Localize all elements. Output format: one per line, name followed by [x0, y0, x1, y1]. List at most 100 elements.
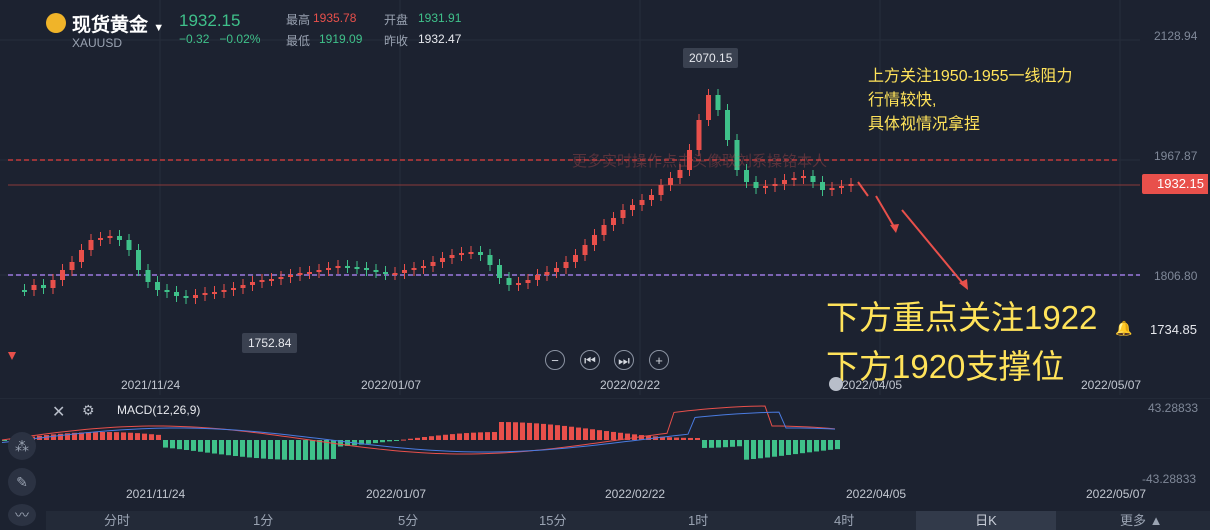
- macd-bar: [401, 439, 406, 441]
- candle-body: [421, 266, 426, 268]
- macd-bar: [485, 432, 490, 440]
- candle-body: [820, 182, 825, 190]
- macd-bar: [751, 440, 756, 460]
- macd-bar: [744, 440, 749, 460]
- macd-bar: [723, 440, 728, 448]
- candle-body: [487, 255, 493, 265]
- macd-bar: [114, 432, 119, 440]
- zoom-in-button[interactable]: +: [649, 350, 669, 370]
- tab-timeshare[interactable]: 分时: [104, 511, 130, 530]
- candle-body: [544, 272, 550, 275]
- scroll-left-button[interactable]: ⏮: [580, 350, 600, 370]
- macd-bar: [51, 434, 56, 440]
- scroll-right-button[interactable]: ⏭: [614, 350, 634, 370]
- candle-body: [639, 200, 645, 205]
- macd-bar: [814, 440, 819, 452]
- alert-price: 1734.85: [1150, 322, 1197, 337]
- symbol-selector[interactable]: 现货黄金 ▼: [72, 10, 164, 37]
- macd-bar: [807, 440, 812, 453]
- open-label: 开盘: [384, 13, 409, 27]
- tab-daily[interactable]: 日K: [916, 511, 1056, 530]
- candle-body: [278, 277, 284, 279]
- macd-bar: [562, 425, 567, 440]
- time-scroll-handle[interactable]: [829, 377, 843, 391]
- x-tick: 2021/11/24: [126, 487, 186, 501]
- macd-bar: [821, 440, 826, 451]
- macd-bar: [394, 440, 399, 441]
- candle-body: [193, 295, 198, 298]
- macd-bar: [422, 437, 427, 440]
- candle-body: [354, 267, 360, 269]
- prev-close-label: 昨收: [384, 34, 409, 48]
- macd-bar: [436, 435, 441, 440]
- candle-body: [183, 296, 189, 298]
- watermark: 更多实时操作点击头像联刘系操铭本人: [572, 153, 828, 170]
- zoom-out-button[interactable]: −: [545, 350, 565, 370]
- macd-bar: [226, 440, 231, 456]
- macd-bar: [107, 432, 112, 440]
- macd-bar: [667, 437, 672, 440]
- macd-bar: [177, 440, 182, 450]
- tab-4hour[interactable]: 4时: [834, 511, 854, 530]
- tab-more[interactable]: 更多 ▲: [1120, 511, 1163, 530]
- macd-bar: [233, 440, 238, 457]
- macd-bar: [604, 431, 609, 440]
- candle-body: [174, 292, 179, 296]
- candle-body: [41, 285, 46, 288]
- period-tabs: 分时 1分 5分 15分 1时 4时 日K 更多 ▲: [46, 511, 1210, 530]
- x-tick: 2022/01/07: [366, 487, 427, 501]
- macd-bar: [506, 422, 511, 440]
- tab-1hour[interactable]: 1时: [688, 511, 708, 530]
- x-tick: 2022/05/07: [1081, 378, 1142, 392]
- symbol-title: 现货黄金: [72, 15, 149, 36]
- tab-1min[interactable]: 1分: [253, 511, 273, 530]
- x-tick: 2022/04/05: [842, 378, 903, 392]
- candle-body: [839, 186, 844, 188]
- macd-bar: [758, 440, 763, 459]
- symbol-code: XAUUSD: [72, 36, 123, 50]
- candle-body: [79, 250, 84, 262]
- macd-bar: [569, 426, 574, 440]
- macd-bar: [513, 422, 518, 440]
- y-tick: 1806.80: [1154, 269, 1198, 283]
- candle-body: [22, 290, 27, 292]
- candle-body: [535, 275, 540, 280]
- trend-tool-icon[interactable]: 〰: [8, 504, 36, 526]
- close-icon[interactable]: ✕: [52, 402, 65, 422]
- indicator-tool-icon[interactable]: ⁂: [8, 432, 36, 460]
- x-tick: 2022/01/07: [361, 378, 422, 392]
- candle-body: [155, 282, 160, 290]
- candle-body: [563, 262, 569, 268]
- candle-body: [31, 285, 37, 290]
- macd-bar: [492, 432, 497, 440]
- x-tick: 2022/05/07: [1086, 487, 1147, 501]
- tab-5min[interactable]: 5分: [398, 511, 418, 530]
- settings-icon[interactable]: ⚙: [82, 402, 95, 419]
- y-tick: 1967.87: [1154, 149, 1198, 163]
- candle-body: [772, 184, 778, 186]
- macd-bar: [142, 433, 147, 440]
- macd-bar: [415, 437, 420, 440]
- macd-bar: [100, 432, 105, 440]
- candle-body: [316, 270, 322, 272]
- candle-body: [202, 293, 208, 295]
- candle-body: [117, 236, 122, 240]
- candle-body: [763, 186, 768, 188]
- macd-bar: [555, 425, 560, 440]
- candle-body: [649, 195, 654, 200]
- macd-bar: [296, 440, 301, 460]
- draw-tool-icon[interactable]: ✎: [8, 468, 36, 496]
- candle-body: [525, 280, 531, 283]
- macd-bar: [268, 440, 273, 460]
- candle-body: [801, 176, 806, 178]
- macd-bar: [681, 437, 686, 440]
- tab-15min[interactable]: 15分: [539, 511, 566, 530]
- bell-icon[interactable]: 🔔: [1115, 320, 1132, 337]
- candle-body: [829, 188, 835, 190]
- candle-body: [449, 255, 455, 258]
- prev-close-value: 1932.47: [418, 32, 462, 46]
- macd-bar: [191, 440, 196, 451]
- macd-bar: [534, 423, 539, 440]
- candle-body: [364, 268, 369, 270]
- candle-body: [269, 279, 274, 281]
